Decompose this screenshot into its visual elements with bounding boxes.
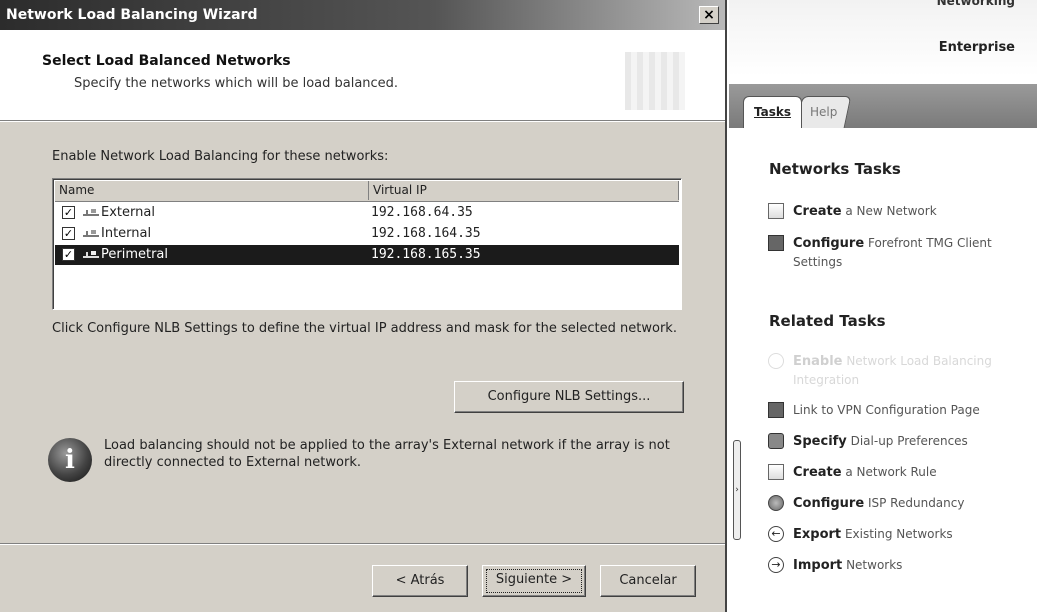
task-link-vpn[interactable]: Link to VPN Configuration Page	[768, 401, 1029, 420]
task-configure-isp[interactable]: Configure ISP Redundancy	[768, 494, 1029, 513]
task-verb: Import	[793, 558, 843, 573]
phone-icon	[768, 433, 784, 449]
document-icon	[768, 203, 784, 219]
network-icon	[83, 209, 99, 216]
network-icon	[83, 230, 99, 237]
header-divider	[0, 121, 725, 122]
import-icon: →	[768, 557, 784, 573]
tab-help-label: Help	[810, 105, 838, 119]
networks-tasks-title: Networks Tasks	[769, 160, 901, 178]
network-row-external[interactable]: ✓ External 192.168.64.35	[55, 203, 679, 223]
task-verb: Create	[793, 204, 842, 219]
info-note-text: Load balancing should not be applied to …	[104, 438, 670, 470]
task-rest: Link to VPN Configuration Page	[793, 403, 980, 417]
pane-header: Networking Enterprise	[729, 0, 1037, 76]
task-create-network[interactable]: Create a New Network	[768, 202, 1029, 221]
network-checkbox[interactable]: ✓	[62, 248, 75, 261]
task-rest: a New Network	[841, 204, 937, 218]
task-enable-nlb-faded[interactable]: Enable Network Load Balancing Integratio…	[768, 352, 1029, 389]
page-subtitle: Specify the networks which will be load …	[74, 76, 399, 91]
wizard-titlebar: Network Load Balancing Wizard ×	[0, 0, 725, 30]
task-export-networks[interactable]: ← Export Existing Networks	[768, 525, 1029, 544]
network-virtual-ip: 192.168.164.35	[371, 226, 481, 241]
task-rest: Existing Networks	[841, 527, 953, 541]
task-verb: Specify	[793, 434, 847, 449]
configure-hint-text: Click Configure NLB Settings to define t…	[52, 321, 677, 336]
task-pane: Networking Enterprise Help Tasks Network…	[729, 0, 1037, 612]
pane-collapse-handle[interactable]: ›	[733, 440, 741, 540]
network-name: Internal	[101, 226, 152, 241]
list-header: Name Virtual IP	[55, 181, 679, 202]
link-icon	[768, 402, 784, 418]
network-virtual-ip: 192.168.64.35	[371, 205, 473, 220]
close-button[interactable]: ×	[699, 6, 719, 24]
info-icon: i	[48, 438, 92, 482]
task-configure-client[interactable]: Configure Forefront TMG Client Settings	[768, 234, 1029, 271]
task-import-networks[interactable]: → Import Networks	[768, 556, 1029, 575]
next-button[interactable]: Siguiente >	[482, 565, 586, 597]
task-rest: a Network Rule	[841, 465, 937, 479]
network-icon	[83, 251, 99, 258]
wizard-header: Select Load Balanced Networks Specify th…	[0, 30, 725, 121]
export-icon: ←	[768, 526, 784, 542]
tab-help[interactable]: Help	[795, 96, 852, 128]
network-virtual-ip: 192.168.165.35	[371, 247, 481, 262]
task-rest: Dial-up Preferences	[846, 434, 968, 448]
task-verb: Configure	[793, 236, 865, 251]
network-row-perimetral[interactable]: ✓ Perimetral 192.168.165.35	[55, 245, 679, 265]
header-watermark-graphic	[625, 52, 685, 110]
faded-icon	[768, 353, 784, 369]
task-verb: Export	[793, 527, 842, 542]
footer-divider-highlight	[0, 544, 725, 545]
wizard-title: Network Load Balancing Wizard	[6, 7, 258, 23]
network-name: Perimetral	[101, 247, 169, 262]
task-specify-dialup[interactable]: Specify Dial-up Preferences	[768, 432, 1029, 451]
cancel-button[interactable]: Cancelar	[600, 565, 696, 597]
networks-list[interactable]: Name Virtual IP ✓ External 192.168.64.35…	[52, 178, 682, 310]
page-title: Select Load Balanced Networks	[42, 53, 291, 69]
document-icon	[768, 464, 784, 480]
back-button[interactable]: < Atrás	[372, 565, 468, 597]
task-verb: Configure	[793, 496, 865, 511]
network-checkbox[interactable]: ✓	[62, 227, 75, 240]
enable-nlb-label: Enable Network Load Balancing for these …	[52, 149, 389, 164]
task-rest: ISP Redundancy	[864, 496, 965, 510]
network-checkbox[interactable]: ✓	[62, 206, 75, 219]
tab-tasks[interactable]: Tasks	[743, 96, 803, 128]
task-create-network-rule[interactable]: Create a Network Rule	[768, 463, 1029, 482]
monitor-icon	[768, 235, 784, 251]
task-verb: Enable	[793, 354, 843, 369]
pane-tabbar: Help Tasks	[729, 84, 1037, 128]
related-tasks-title: Related Tasks	[769, 312, 886, 330]
network-name: External	[101, 205, 155, 220]
network-row-internal[interactable]: ✓ Internal 192.168.164.35	[55, 224, 679, 244]
task-verb: Create	[793, 465, 842, 480]
globe-icon	[768, 495, 784, 511]
edition-label: Enterprise	[938, 40, 1015, 55]
column-header-name[interactable]: Name	[55, 181, 369, 200]
nlb-wizard-dialog: Network Load Balancing Wizard × Select L…	[0, 0, 727, 612]
pane-section-title: Networking	[936, 0, 1015, 8]
column-header-virtual-ip[interactable]: Virtual IP	[369, 181, 679, 200]
task-rest: Networks	[842, 558, 903, 572]
configure-nlb-settings-button[interactable]: Configure NLB Settings...	[454, 381, 684, 413]
